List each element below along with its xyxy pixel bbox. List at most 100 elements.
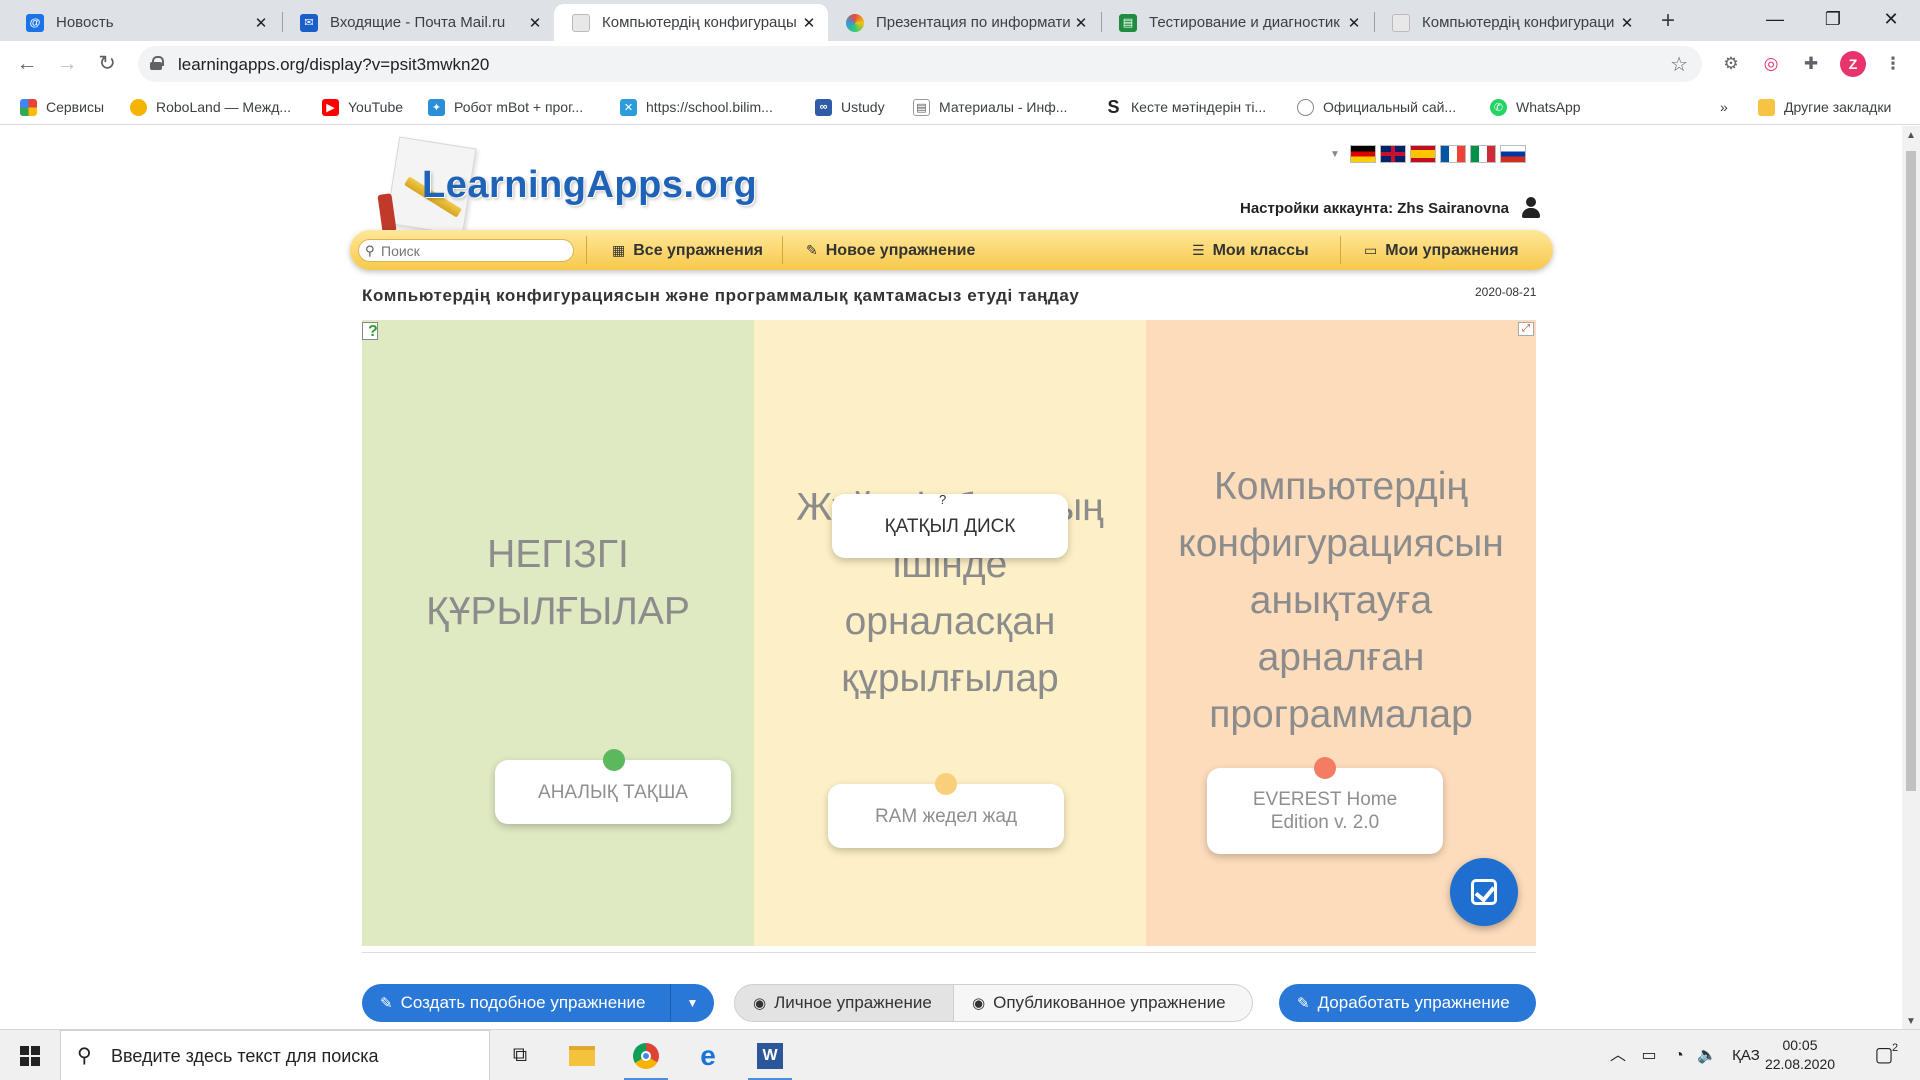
file-explorer-icon[interactable]: [554, 1030, 610, 1080]
extension-target-icon[interactable]: ◎: [1758, 51, 1784, 77]
learningapps-logo[interactable]: LearningApps.org: [362, 134, 762, 236]
answer-card[interactable]: EVEREST Home Edition v. 2.0: [1207, 768, 1443, 854]
forward-arrow-icon[interactable]: →: [52, 49, 82, 79]
back-arrow-icon[interactable]: ←: [12, 49, 42, 79]
scroll-up-icon[interactable]: ▲: [1902, 130, 1920, 141]
bookmark-label: Материалы - Инф...: [939, 99, 1068, 115]
browser-tab[interactable]: ✉ Входящие - Почта Mail.ru ✕: [282, 4, 554, 41]
search-input[interactable]: [381, 242, 561, 260]
close-window-icon[interactable]: ✕: [1862, 0, 1920, 41]
restore-icon[interactable]: ❐: [1804, 0, 1862, 41]
published-exercise-button[interactable]: ◉ Опубликованное упражнение: [954, 984, 1253, 1022]
minimize-icon[interactable]: —: [1746, 0, 1804, 41]
nav-label: Все упражнения: [633, 242, 764, 259]
bookmark-item[interactable]: ∞ Ustudy: [815, 96, 885, 118]
task-view-icon[interactable]: ⧉: [492, 1030, 548, 1080]
bookmark-item[interactable]: ▶ YouTube: [322, 96, 403, 118]
tab-title: Тестирование и диагностик: [1149, 14, 1340, 31]
flag-es-icon[interactable]: [1409, 145, 1436, 163]
category-column[interactable]: НЕГІЗГІ ҚҰРЫЛҒЫЛАР: [362, 320, 754, 946]
nav-label: Мои упражнения: [1385, 242, 1519, 259]
edge-icon[interactable]: e: [680, 1030, 736, 1080]
card-hint: ?: [939, 492, 947, 507]
scroll-down-icon[interactable]: ▼: [1902, 1016, 1920, 1027]
taskbar-search[interactable]: ⚲ Введите здесь текст для поиска: [60, 1030, 490, 1080]
input-language[interactable]: ҚАЗ: [1726, 1030, 1766, 1080]
clock-date: 22.08.2020: [1764, 1056, 1836, 1072]
private-exercise-button[interactable]: ◉ Личное упражнение: [734, 984, 954, 1022]
scrollbar-thumb[interactable]: [1906, 151, 1916, 791]
flag-de-icon[interactable]: [1349, 145, 1376, 163]
menu-dots-icon[interactable]: ⋮: [1880, 51, 1906, 77]
bookmarks-overflow-icon[interactable]: »: [1720, 96, 1728, 118]
category-column[interactable]: Жүйелік блоктың ішінде орналасқан құрылғ…: [754, 320, 1146, 946]
nav-my-classes[interactable]: ☰ Мои классы: [1192, 230, 1309, 270]
edit-exercise-button[interactable]: ✎ Доработать упражнение: [1279, 984, 1536, 1022]
bookmark-item[interactable]: Официальный сай...: [1297, 96, 1456, 118]
dropdown-triangle-icon[interactable]: ▼: [1330, 149, 1340, 160]
bookmark-item[interactable]: ✕ https://school.bilim...: [620, 96, 773, 118]
flag-en-icon[interactable]: [1379, 145, 1406, 163]
nav-new-exercise[interactable]: ✎ Новое упражнение: [806, 230, 975, 270]
reload-icon[interactable]: ↻: [92, 49, 122, 79]
system-clock[interactable]: 00:05 22.08.2020: [1762, 1036, 1838, 1074]
other-bookmarks[interactable]: Другие закладки: [1758, 96, 1891, 118]
bookmark-item[interactable]: ✆ WhatsApp: [1490, 96, 1581, 118]
bookmark-item[interactable]: RoboLand — Межд...: [130, 96, 291, 118]
extension-camera-icon[interactable]: ⚙: [1718, 51, 1744, 77]
tab-close-icon[interactable]: ✕: [1345, 14, 1363, 32]
tab-title: Компьютердің конфигураци: [1422, 14, 1615, 31]
browser-tab-active[interactable]: Компьютердің конфигурацы ✕: [554, 4, 828, 41]
chevron-down-icon[interactable]: ▼: [670, 984, 714, 1022]
check-solution-button[interactable]: [1450, 858, 1518, 926]
tab-close-icon[interactable]: ✕: [252, 14, 270, 32]
profile-avatar[interactable]: Z: [1840, 51, 1866, 77]
bookmark-item[interactable]: Сервисы: [20, 96, 104, 118]
nav-all-exercises[interactable]: ▦ Все упражнения: [612, 230, 763, 270]
browser-tab[interactable]: Презентация по информати ✕: [828, 4, 1100, 41]
new-tab-plus-icon[interactable]: +: [1654, 8, 1682, 36]
windows-taskbar: ⚲ Введите здесь текст для поиска ⧉ e W ︿…: [0, 1029, 1920, 1080]
url-text[interactable]: learningapps.org/display?v=psit3mwkn20: [178, 55, 489, 75]
wifi-icon[interactable]: ◔: [1666, 1030, 1692, 1080]
browser-tab[interactable]: ▤ Тестирование и диагностик ✕: [1101, 4, 1373, 41]
search-box[interactable]: ⚲: [358, 239, 574, 262]
document-icon: ▤: [1119, 13, 1137, 32]
tab-close-icon[interactable]: ✕: [1618, 14, 1636, 32]
flag-it-icon[interactable]: [1469, 145, 1496, 163]
bookmark-item[interactable]: ✦ Робот mBot + прог...: [428, 96, 583, 118]
tab-close-icon[interactable]: ✕: [526, 14, 544, 32]
flag-fr-icon[interactable]: [1439, 145, 1466, 163]
answer-card[interactable]: ҚАТҚЫЛ ДИСК: [832, 494, 1068, 558]
create-similar-button[interactable]: ✎ Создать подобное упражнение ▼: [362, 984, 714, 1022]
page-content: LearningApps.org ▼ Настройки аккаунта: Z…: [0, 126, 1920, 1029]
bookmark-item[interactable]: S Кесте мәтіндерін ті...: [1105, 96, 1266, 118]
tab-close-icon[interactable]: ✕: [1072, 14, 1090, 32]
nav-my-exercises[interactable]: ▭ Мои упражнения: [1364, 230, 1519, 270]
button-label: Создать подобное упражнение: [400, 993, 646, 1012]
flag-ru-icon[interactable]: [1499, 145, 1526, 163]
volume-icon[interactable]: 🔈: [1694, 1030, 1720, 1080]
extensions-puzzle-icon[interactable]: ✚: [1798, 51, 1824, 77]
address-bar[interactable]: learningapps.org/display?v=psit3mwkn20 ☆: [138, 46, 1702, 82]
tab-title: Новость: [56, 14, 114, 31]
start-button[interactable]: [0, 1030, 60, 1080]
account-settings-link[interactable]: Настройки аккаунта: Zhs Sairanovna: [1240, 196, 1541, 220]
battery-icon[interactable]: ▭: [1636, 1030, 1662, 1080]
chrome-icon[interactable]: [618, 1030, 674, 1080]
bookmark-label: YouTube: [348, 99, 404, 115]
page-scrollbar[interactable]: ▲ ▼: [1902, 126, 1920, 1029]
edit-box-icon: ✎: [380, 995, 393, 1012]
checkbox-icon: [1471, 879, 1497, 905]
help-icon[interactable]: ?: [362, 322, 382, 342]
browser-tab[interactable]: @ Новость ✕: [8, 4, 280, 41]
tab-close-icon[interactable]: ✕: [800, 14, 818, 32]
fullscreen-icon[interactable]: ⤢: [1518, 322, 1534, 336]
show-hidden-icons-chevron-icon[interactable]: ︿: [1606, 1030, 1630, 1080]
word-icon[interactable]: W: [742, 1030, 798, 1080]
bookmark-label: RoboLand — Межд...: [156, 99, 292, 115]
browser-tab[interactable]: Компьютердің конфигураци ✕: [1374, 4, 1646, 41]
learningapps-icon: [572, 13, 590, 32]
bookmark-item[interactable]: ▤ Материалы - Инф...: [913, 96, 1067, 118]
bookmark-star-icon[interactable]: ☆: [1670, 52, 1688, 77]
